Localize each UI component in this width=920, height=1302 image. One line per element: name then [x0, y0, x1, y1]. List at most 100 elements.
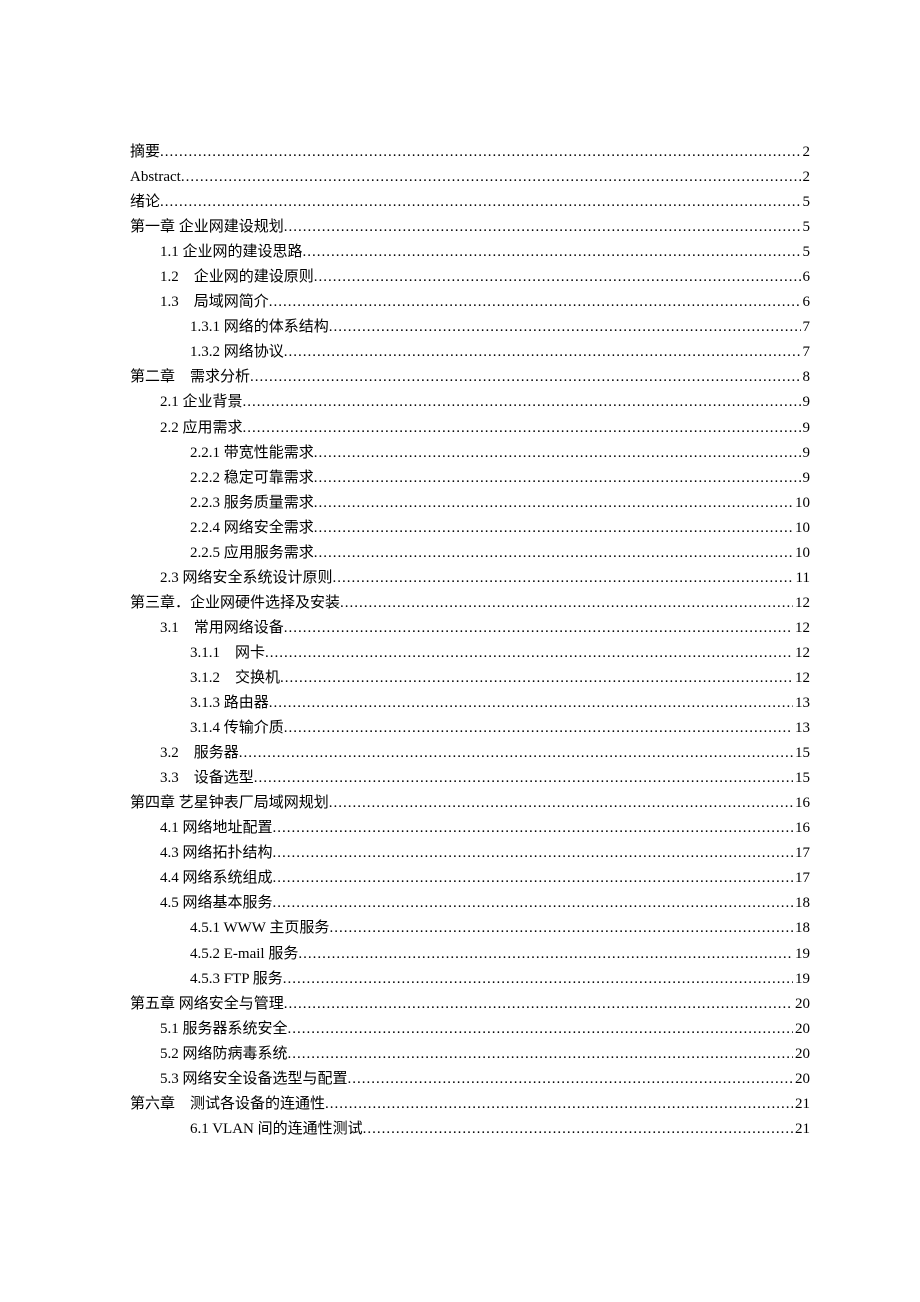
toc-leader-dots	[160, 190, 800, 215]
toc-leader-dots	[181, 165, 801, 190]
toc-entry[interactable]: 6.1 VLAN 间的连通性测试21	[130, 1117, 810, 1142]
toc-entry-page: 13	[793, 716, 810, 741]
toc-entry-title: 5.1 服务器系统安全	[160, 1017, 288, 1042]
toc-leader-dots	[273, 891, 793, 916]
toc-entry[interactable]: 3.1.3 路由器 13	[130, 691, 810, 716]
toc-entry-page: 12	[793, 641, 810, 666]
toc-entry[interactable]: 2.2.2 稳定可靠需求9	[130, 466, 810, 491]
toc-leader-dots	[160, 140, 800, 165]
toc-entry-title: 3.2 服务器	[160, 741, 239, 766]
toc-entry-page: 7	[801, 315, 811, 340]
toc-entry-title: 2.2.4 网络安全需求	[190, 516, 314, 541]
toc-leader-dots	[288, 1042, 793, 1067]
toc-entry[interactable]: 2.2.3 服务质量需求10	[130, 491, 810, 516]
toc-leader-dots	[284, 340, 801, 365]
toc-entry[interactable]: 1.3.2 网络协议 7	[130, 340, 810, 365]
toc-entry-page: 12	[793, 616, 810, 641]
toc-entry-title: 1.3.2 网络协议	[190, 340, 284, 365]
toc-entry-page: 2	[801, 165, 811, 190]
toc-entry[interactable]: 1.3 局域网简介6	[130, 290, 810, 315]
toc-entry[interactable]: 3.1 常用网络设备12	[130, 616, 810, 641]
toc-entry[interactable]: 第一章 企业网建设规划5	[130, 215, 810, 240]
toc-entry-page: 19	[793, 942, 810, 967]
toc-leader-dots	[363, 1117, 793, 1142]
toc-entry-page: 2	[801, 140, 811, 165]
toc-leader-dots	[288, 1017, 793, 1042]
toc-entry[interactable]: 1.1 企业网的建设思路5	[130, 240, 810, 265]
toc-entry[interactable]: 4.4 网络系统组成17	[130, 866, 810, 891]
toc-entry[interactable]: 第四章 艺星钟表厂局域网规划16	[130, 791, 810, 816]
toc-entry-page: 13	[793, 691, 810, 716]
toc-entry[interactable]: 3.1.4 传输介质13	[130, 716, 810, 741]
toc-entry-page: 15	[793, 741, 810, 766]
toc-entry-title: 2.2.1 带宽性能需求	[190, 441, 314, 466]
toc-leader-dots	[284, 716, 793, 741]
toc-leader-dots	[269, 691, 793, 716]
toc-entry-page: 6	[801, 265, 811, 290]
toc-entry[interactable]: 2.2.4 网络安全需求10	[130, 516, 810, 541]
toc-entry[interactable]: 4.1 网络地址配置16	[130, 816, 810, 841]
toc-entry-title: 1.3 局域网简介	[160, 290, 269, 315]
toc-entry-page: 16	[793, 791, 810, 816]
toc-leader-dots	[314, 491, 793, 516]
toc-entry[interactable]: 4.5 网络基本服务18	[130, 891, 810, 916]
toc-entry[interactable]: 摘要 2	[130, 140, 810, 165]
toc-entry[interactable]: 5.2 网络防病毒系统20	[130, 1042, 810, 1067]
toc-entry[interactable]: 5.1 服务器系统安全20	[130, 1017, 810, 1042]
toc-leader-dots	[269, 290, 801, 315]
toc-entry[interactable]: 1.2 企业网的建设原则 6	[130, 265, 810, 290]
toc-leader-dots	[325, 1092, 793, 1117]
toc-entry-page: 9	[801, 390, 811, 415]
table-of-contents: 摘要2Abstract2绪论5第一章 企业网建设规划51.1 企业网的建设思路5…	[130, 140, 810, 1142]
toc-entry[interactable]: 2.3 网络安全系统设计原则11	[130, 566, 810, 591]
toc-entry-title: 2.2 应用需求	[160, 416, 243, 441]
toc-leader-dots	[340, 591, 793, 616]
toc-entry-page: 7	[801, 340, 811, 365]
toc-entry[interactable]: 2.1 企业背景 9	[130, 390, 810, 415]
toc-entry-title: 1.2 企业网的建设原则	[160, 265, 314, 290]
toc-entry[interactable]: 2.2.1 带宽性能需求9	[130, 441, 810, 466]
toc-entry-title: 3.1.3 路由器	[190, 691, 269, 716]
toc-entry[interactable]: 第二章 需求分析8	[130, 365, 810, 390]
toc-leader-dots	[348, 1067, 793, 1092]
toc-entry-page: 11	[794, 566, 810, 591]
toc-entry-title: 4.5.1 WWW 主页服务	[190, 916, 329, 941]
toc-entry[interactable]: 5.3 网络安全设备选型与配置20	[130, 1067, 810, 1092]
toc-entry[interactable]: 4.5.1 WWW 主页服务18	[130, 916, 810, 941]
toc-entry-title: 6.1 VLAN 间的连通性测试	[190, 1117, 363, 1142]
toc-leader-dots	[273, 841, 793, 866]
toc-entry[interactable]: Abstract 2	[130, 165, 810, 190]
toc-entry[interactable]: 1.3.1 网络的体系结构7	[130, 315, 810, 340]
toc-leader-dots	[273, 866, 793, 891]
toc-entry[interactable]: 4.5.3 FTP 服务19	[130, 967, 810, 992]
toc-entry[interactable]: 2.2.5 应用服务需求10	[130, 541, 810, 566]
toc-leader-dots	[284, 616, 793, 641]
toc-entry[interactable]: 第五章 网络安全与管理20	[130, 992, 810, 1017]
toc-entry-page: 9	[801, 416, 811, 441]
toc-leader-dots	[314, 541, 793, 566]
toc-entry[interactable]: 3.2 服务器 15	[130, 741, 810, 766]
toc-entry[interactable]: 第六章 测试各设备的连通性21	[130, 1092, 810, 1117]
toc-entry-page: 12	[793, 666, 810, 691]
toc-leader-dots	[314, 441, 801, 466]
toc-entry[interactable]: 3.1.2 交换机12	[130, 666, 810, 691]
toc-leader-dots	[243, 416, 801, 441]
toc-entry-title: 4.1 网络地址配置	[160, 816, 273, 841]
toc-entry-page: 9	[801, 466, 811, 491]
toc-entry[interactable]: 第三章．企业网硬件选择及安装12	[130, 591, 810, 616]
toc-entry-title: 5.3 网络安全设备选型与配置	[160, 1067, 348, 1092]
toc-entry-page: 5	[801, 240, 811, 265]
toc-entry[interactable]: 2.2 应用需求 9	[130, 416, 810, 441]
toc-leader-dots	[303, 240, 801, 265]
toc-entry-title: 摘要	[130, 140, 160, 165]
toc-entry-title: 第五章 网络安全与管理	[130, 992, 284, 1017]
toc-entry-title: 5.2 网络防病毒系统	[160, 1042, 288, 1067]
toc-entry[interactable]: 绪论5	[130, 190, 810, 215]
toc-entry-title: 第二章 需求分析	[130, 365, 250, 390]
toc-entry-title: 2.1 企业背景	[160, 390, 243, 415]
toc-entry-title: Abstract	[130, 165, 181, 190]
toc-entry[interactable]: 3.3 设备选型15	[130, 766, 810, 791]
toc-entry[interactable]: 3.1.1 网卡12	[130, 641, 810, 666]
toc-entry[interactable]: 4.3 网络拓扑结构17	[130, 841, 810, 866]
toc-entry[interactable]: 4.5.2 E-mail 服务19	[130, 942, 810, 967]
